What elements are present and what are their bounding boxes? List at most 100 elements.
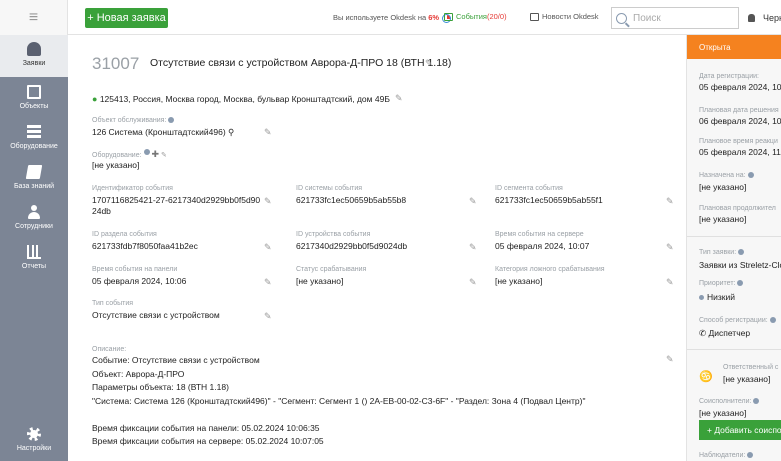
sidebar-item-reports[interactable]: Отчеты <box>0 237 68 277</box>
new-request-button[interactable]: + Новая заявка <box>85 8 168 28</box>
assigned-value[interactable]: [не указано] <box>699 182 746 192</box>
plan-solution-value: 06 февраля 2024, 10: <box>699 116 781 126</box>
sidebar-item-label: Отчеты <box>21 263 47 270</box>
sidebar-item-employees[interactable]: Сотрудники <box>0 197 68 237</box>
field-label: Время события на панели <box>92 266 178 273</box>
sidebar-item-knowledge-base[interactable]: База знаний <box>0 157 68 197</box>
plan-reaction-label: Плановое время реакци <box>699 138 778 145</box>
type-value[interactable]: Заявки из Streletz-Clo <box>699 260 781 270</box>
edit-equipment-icon[interactable]: ✎ <box>161 152 167 159</box>
phone-icon: ✆ <box>699 328 707 338</box>
field-value: 621733fdb7f8050faa41b2ec <box>92 241 198 251</box>
field-label: Идентификатор события <box>92 185 173 192</box>
info-icon <box>769 317 776 323</box>
sidebar-item-settings[interactable]: Настройки <box>0 419 68 461</box>
sidebar-item-objects[interactable]: Объекты <box>0 77 68 117</box>
ticket-details-panel: Открыта Дата регистрации: 05 февраля 202… <box>686 35 781 461</box>
news-icon <box>530 13 539 22</box>
coexecutors-label: Соисполнители: <box>699 398 760 405</box>
sidebar-item-requests[interactable]: Заявки <box>0 35 68 77</box>
equipment-value: [не указано] <box>92 160 140 170</box>
plan-solution-label: Плановая дата решения <box>699 107 779 114</box>
priority-label: Приоритет: <box>699 280 744 287</box>
service-object-value[interactable]: 126 Система (Кронштадтский496) ⚲ <box>92 127 234 138</box>
edit-field-icon[interactable]: ✎ <box>469 197 478 206</box>
priority-value[interactable]: Низкий <box>699 292 735 302</box>
plan-reaction-value: 05 февраля 2024, 11: <box>699 147 781 157</box>
field-value-continued: 24db <box>92 206 111 216</box>
field-label: Категория ложного срабатывания <box>495 266 605 273</box>
divider <box>687 236 781 237</box>
responsible-user-icon: ♋ <box>699 371 713 383</box>
search-input[interactable]: Поиск <box>611 7 739 29</box>
edit-address-icon[interactable]: ✎ <box>395 94 404 103</box>
info-icon <box>143 149 150 155</box>
map-pin-icon: ● <box>92 94 98 104</box>
priority-dot-icon <box>699 295 704 301</box>
edit-title-icon[interactable]: ✎ <box>425 59 434 68</box>
edit-field-icon[interactable]: ✎ <box>264 243 273 252</box>
edit-field-icon[interactable]: ✎ <box>264 312 273 321</box>
edit-field-icon[interactable]: ✎ <box>666 243 675 252</box>
reg-date-value: 05 февраля 2024, 10: <box>699 82 781 92</box>
equipment-label: Оборудование: ✚ ✎ <box>92 149 167 159</box>
sidebar-item-equipment[interactable]: Оборудование <box>0 117 68 157</box>
usage-indicator[interactable]: Вы используете Okdesk на 6% <box>333 13 452 23</box>
info-icon <box>753 398 760 404</box>
events-count: (20/0) <box>486 12 507 21</box>
description-text: Событие: Отсутствие связи с устройством … <box>92 354 585 449</box>
type-label: Тип заявки: <box>699 249 745 256</box>
description-line: Время фиксации события на сервере: 05.02… <box>92 436 324 446</box>
reg-method-label: Способ регистрации: <box>699 317 776 324</box>
add-coexecutor-button[interactable]: + Добавить соисполн <box>699 420 781 440</box>
sidebar-item-label: Оборудование <box>10 143 58 150</box>
edit-field-icon[interactable]: ✎ <box>264 197 273 206</box>
usage-text: Вы используете Okdesk на <box>333 13 427 22</box>
news-label: Новости Okdesk <box>542 12 599 21</box>
field-label: Статус срабатывания <box>296 266 367 273</box>
address-text: 125413, Россия, Москва город, Москва, бу… <box>99 94 390 104</box>
zoom-icon[interactable]: ⚲ <box>228 127 234 137</box>
reg-method-value[interactable]: ✆ Диспетчер <box>699 328 750 339</box>
status-badge[interactable]: Открыта <box>687 35 781 59</box>
chart-icon <box>27 245 41 259</box>
field-value: 05 февраля 2024, 10:06 <box>92 276 187 286</box>
plan-duration-value[interactable]: [не указано] <box>699 214 746 224</box>
field-value: Отсутствие связи с устройством <box>92 310 220 320</box>
edit-field-icon[interactable]: ✎ <box>264 278 273 287</box>
responsible-label: Ответственный с <box>723 364 779 371</box>
search-icon <box>616 12 627 24</box>
description-line: Объект: Аврора-Д-ПРО <box>92 368 185 379</box>
responsible-value[interactable]: [не указано] <box>723 374 770 384</box>
edit-field-icon[interactable]: ✎ <box>666 197 675 206</box>
divider <box>687 349 781 350</box>
info-icon <box>738 249 745 255</box>
menu-icon[interactable]: ≡ <box>0 0 68 35</box>
events-icon <box>444 13 453 22</box>
info-icon <box>737 280 744 286</box>
edit-field-icon[interactable]: ✎ <box>469 278 478 287</box>
edit-field-icon[interactable]: ✎ <box>469 243 478 252</box>
sidebar-item-label: Объекты <box>19 103 49 110</box>
description-line: Время фиксации события на панели: 05.02.… <box>92 422 320 433</box>
field-value: 621733fc1ec50659b5ab55b8 <box>296 195 407 205</box>
usage-percent: 6% <box>428 13 440 22</box>
add-equipment-icon[interactable]: ✚ <box>152 149 160 159</box>
search-placeholder: Поиск <box>633 12 661 24</box>
events-link[interactable]: События(20/0) <box>444 12 507 22</box>
sidebar-item-label: Настройки <box>16 445 52 452</box>
field-value: [не указано] <box>495 276 543 286</box>
field-value: 1707116825421-27-6217340d2929bb0f5d90 <box>92 195 261 205</box>
news-link[interactable]: Новости Okdesk <box>530 12 599 22</box>
edit-service-object-icon[interactable]: ✎ <box>264 128 273 137</box>
edit-field-icon[interactable]: ✎ <box>666 278 675 287</box>
ticket-number: 31007 <box>92 54 140 73</box>
description-line <box>92 408 585 422</box>
edit-description-icon[interactable]: ✎ <box>666 355 675 364</box>
user-menu[interactable]: Черн <box>748 13 781 23</box>
events-label: События <box>456 12 487 21</box>
reg-date-label: Дата регистрации: <box>699 73 759 80</box>
info-icon <box>747 172 754 178</box>
server-icon <box>27 125 41 139</box>
description-line: Событие: Отсутствие связи с устройством <box>92 355 260 365</box>
